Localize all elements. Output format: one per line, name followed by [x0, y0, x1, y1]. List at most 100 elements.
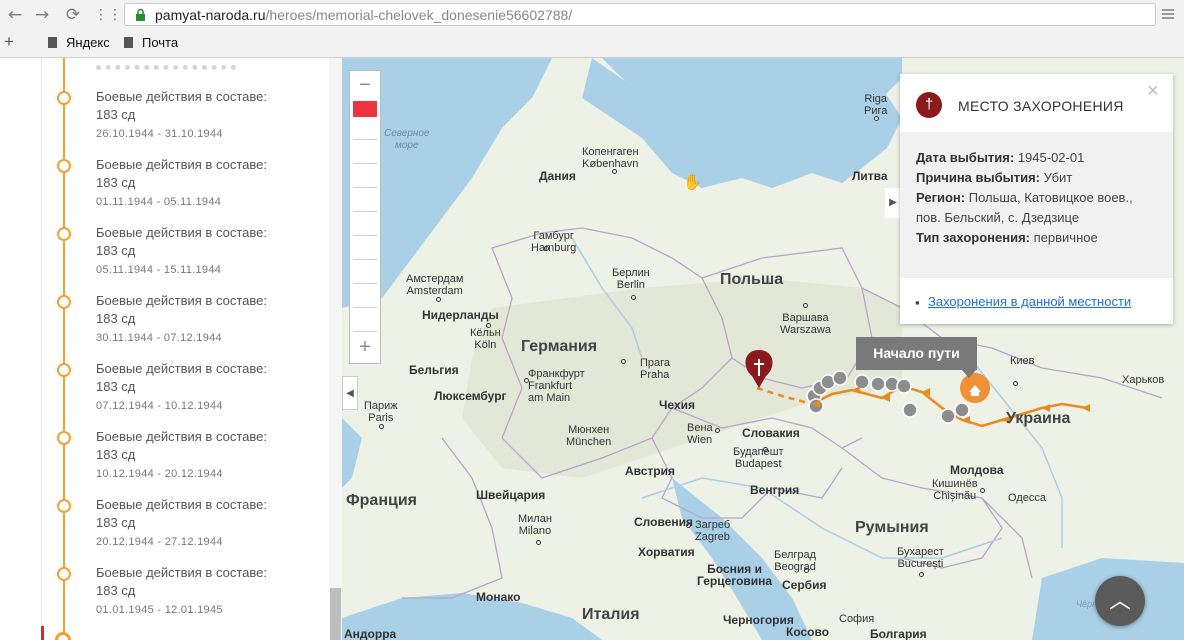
- zoom-level[interactable]: [353, 311, 377, 332]
- active-marker: [41, 626, 44, 640]
- country-label-andorra: Андорра: [344, 627, 397, 640]
- bookmark-label: Яндекс: [66, 35, 110, 50]
- zoom-level[interactable]: [353, 167, 377, 188]
- city-label-bucharest: Бухарест București: [897, 546, 944, 570]
- timeline-item-title: Боевые действия в составе:: [96, 565, 267, 580]
- zoom-level[interactable]: [353, 263, 377, 284]
- city-label-frankfurt: Франкфурт Frankfurt am Main: [528, 368, 585, 404]
- menu-icon[interactable]: [1162, 8, 1174, 20]
- timeline-item-dates: 20.12.1944 - 27.12.1944: [96, 536, 223, 548]
- city-label-berlin: Берлин Berlin: [612, 267, 650, 291]
- city-label-sofia: София: [839, 613, 875, 625]
- country-label-bulgaria: Болгария: [870, 627, 927, 640]
- timeline-dot: [57, 227, 71, 241]
- zoom-in-button[interactable]: +: [350, 335, 380, 359]
- timeline-item-title: Боевые действия в составе:: [96, 497, 267, 512]
- timeline-item-division: 183 сд: [96, 311, 136, 326]
- field-label: Тип захоронения:: [916, 230, 1030, 245]
- url-host: pamyat-naroda.ru: [155, 7, 266, 23]
- burials-in-area-link[interactable]: Захоронения в данной местности: [928, 294, 1131, 309]
- country-label-kosovo: Косово: [786, 625, 830, 639]
- bookmark-pochta[interactable]: Почта: [124, 35, 178, 50]
- city-dot: [631, 295, 636, 300]
- info-panel-body: Дата выбытия: 1945-02-01 Причина выбытия…: [900, 132, 1173, 278]
- address-bar[interactable]: pamyat-naroda.ru/heroes/memorial-chelove…: [124, 3, 1156, 26]
- add-bookmark-icon[interactable]: +: [4, 32, 14, 52]
- bookmark-label: Почта: [142, 35, 179, 50]
- city-dot: [980, 488, 985, 493]
- timeline-dot: [57, 363, 71, 377]
- country-label-monaco: Монако: [476, 590, 521, 604]
- info-panel-header: † МЕСТО ЗАХОРОНЕНИЯ ×: [900, 74, 1173, 132]
- country-label-serbia: Сербия: [782, 578, 827, 592]
- url-text: pamyat-naroda.ru/heroes/memorial-chelove…: [155, 7, 572, 23]
- bookmarks-bar: + Яндекс Почта: [0, 30, 1184, 58]
- timeline-dot: [57, 499, 71, 513]
- timeline-item-division: 183 сд: [96, 175, 136, 190]
- collapse-panel-button[interactable]: ◀: [342, 376, 358, 410]
- country-label-croatia: Хорватия: [638, 545, 695, 559]
- panel-toggle-arrow[interactable]: ▶: [885, 188, 901, 218]
- timeline-item[interactable]: Боевые действия в составе: 183 сд 07.12.19…: [0, 361, 330, 430]
- zoom-level[interactable]: [353, 191, 377, 212]
- timeline-dot: [57, 567, 71, 581]
- country-label-romania: Румыния: [855, 519, 929, 536]
- timeline-item-dates: 01.11.1944 - 05.11.1944: [96, 196, 222, 208]
- country-label-netherlands: Нидерланды: [422, 308, 499, 322]
- timeline-item[interactable]: Боевые действия в составе: 183 сд 01.01.19…: [0, 565, 330, 634]
- country-label-austria: Австрия: [625, 464, 676, 478]
- city-dot: [715, 428, 720, 433]
- close-icon[interactable]: ×: [1147, 80, 1159, 103]
- country-label-belgium: Бельгия: [409, 363, 459, 377]
- city-label-amsterdam: Амстердам Amsterdam: [406, 273, 464, 297]
- burial-info-panel: † МЕСТО ЗАХОРОНЕНИЯ × Дата выбытия: 1945…: [900, 74, 1173, 324]
- timeline-item[interactable]: Боевые действия в составе: 183 сд 10.12.19…: [0, 429, 330, 498]
- country-label-slovakia: Словакия: [742, 426, 800, 440]
- reload-icon[interactable]: ⟳: [62, 4, 84, 26]
- timeline-dot: [57, 431, 71, 445]
- country-label-denmark: Дания: [539, 169, 576, 183]
- timeline-item-dates: 01.01.1945 - 12.01.1945: [96, 604, 223, 616]
- city-label-hamburg: Гамбург Hamburg: [531, 230, 577, 254]
- map-view[interactable]: Северное море Riga Рига Копенгаген Københav…: [342, 58, 1184, 640]
- city-label-zagreb: Загреб Zagreb: [695, 519, 731, 543]
- zoom-out-button[interactable]: −: [350, 73, 380, 97]
- timeline-item[interactable]: Боевые действия в составе: 183 сд 20.12.19…: [0, 497, 330, 566]
- zoom-level[interactable]: [353, 287, 377, 308]
- timeline-item-division: 183 сд: [96, 583, 136, 598]
- timeline-item[interactable]: Боевые действия в составе: 183 сд 05.11.19…: [0, 225, 330, 294]
- zoom-level-marker[interactable]: [353, 101, 377, 117]
- country-label-moldova: Молдова: [950, 463, 1004, 477]
- timeline-item-title: Боевые действия в составе:: [96, 293, 267, 308]
- city-label-vienna: Вена Wien: [687, 422, 713, 446]
- scroll-thumb[interactable]: [330, 588, 341, 640]
- field-label: Регион:: [916, 190, 966, 205]
- timeline-item-dates: 26.10.1944 - 31.10.1944: [96, 128, 223, 140]
- zoom-level[interactable]: [353, 239, 377, 260]
- timeline-item-dates: 07.12.1944 - 10.12.1944: [96, 400, 223, 412]
- zoom-level[interactable]: [353, 215, 377, 236]
- scroll-up-button[interactable]: ︿: [1095, 576, 1145, 626]
- clipped-prev-date: [96, 62, 236, 70]
- timeline-item[interactable]: Боевые действия в составе: 183 сд 30.11.19…: [0, 293, 330, 362]
- back-arrow-icon[interactable]: ←: [4, 4, 26, 26]
- bookmark-yandex[interactable]: Яндекс: [48, 35, 110, 50]
- page-icon: [48, 37, 57, 48]
- city-dot: [1013, 381, 1018, 386]
- timeline-item[interactable]: Боевые действия в составе: 183 сд 01.11.19…: [0, 157, 330, 226]
- timeline-dot: [57, 295, 71, 309]
- forward-arrow-icon[interactable]: →: [31, 4, 53, 26]
- field-value: 1945-02-01: [1017, 150, 1085, 165]
- country-label-switzerland: Швейцария: [476, 488, 546, 502]
- country-label-luxembourg: Люксембург: [434, 389, 507, 403]
- info-field-reason: Причина выбытия: Убит: [916, 168, 1157, 188]
- scrollbar[interactable]: [329, 58, 342, 640]
- country-label-montenegro: Черногория: [723, 613, 794, 627]
- timeline-item-title: Боевые действия в составе:: [96, 225, 267, 240]
- apps-grid-icon[interactable]: ⋮⋮: [94, 4, 122, 26]
- timeline-item[interactable]: Боевые действия в составе: 183 сд 26.10.19…: [0, 89, 330, 158]
- country-label-lithuania: Литва: [852, 169, 888, 183]
- timeline-item-title: Боевые действия в составе:: [96, 361, 267, 376]
- zoom-level[interactable]: [353, 143, 377, 164]
- zoom-level[interactable]: [353, 119, 377, 140]
